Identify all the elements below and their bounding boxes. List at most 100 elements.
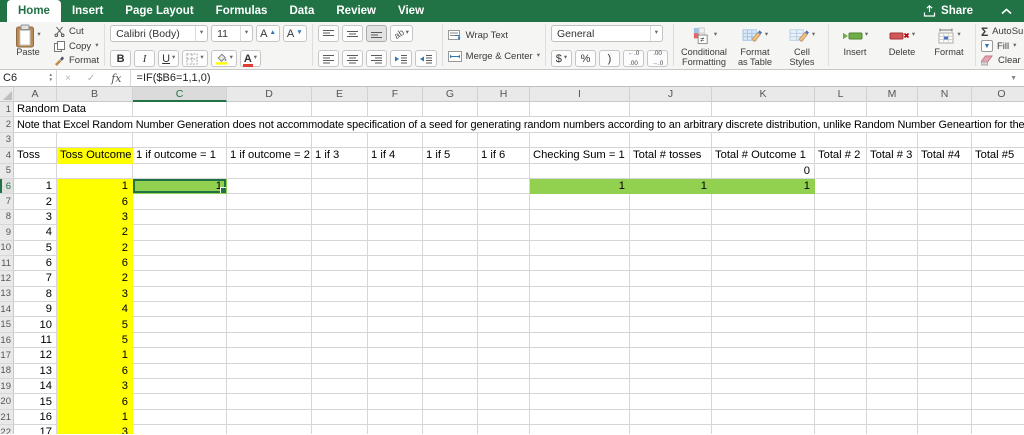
- cell-E13[interactable]: [312, 286, 368, 303]
- cell-N13[interactable]: [918, 286, 972, 303]
- cell-K8[interactable]: [712, 209, 815, 226]
- cell-G9[interactable]: [423, 225, 478, 241]
- row-header-15[interactable]: 15: [0, 317, 14, 333]
- cell-M9[interactable]: [867, 225, 918, 241]
- cell-M15[interactable]: [867, 317, 918, 333]
- cell-L4[interactable]: Total # 2: [815, 148, 867, 164]
- tab-view[interactable]: View: [387, 0, 435, 22]
- cell-C17[interactable]: [133, 348, 227, 364]
- cell-J6[interactable]: 1: [630, 178, 712, 195]
- cell-D18[interactable]: [227, 363, 312, 380]
- cell-D10[interactable]: [227, 240, 312, 256]
- format-as-table-button[interactable]: ▾ Format as Table: [734, 25, 776, 67]
- cell-I16[interactable]: [530, 332, 630, 349]
- cell-E12[interactable]: [312, 271, 368, 287]
- cell-K16[interactable]: [712, 332, 815, 349]
- orientation-button[interactable]: ab ▾: [389, 25, 413, 42]
- cell-B21[interactable]: 1: [57, 409, 133, 426]
- row-header-11[interactable]: 11: [0, 255, 14, 272]
- cell-K14[interactable]: [712, 302, 815, 318]
- row-header-1[interactable]: 1: [0, 102, 14, 118]
- cell-J9[interactable]: [630, 225, 712, 241]
- cell-K19[interactable]: [712, 379, 815, 395]
- cell-D20[interactable]: [227, 394, 312, 410]
- bold-button[interactable]: B: [110, 50, 132, 67]
- row-header-10[interactable]: 10: [0, 240, 14, 256]
- cell-H9[interactable]: [478, 225, 530, 241]
- cell-A16[interactable]: 11: [14, 332, 57, 349]
- column-header-M[interactable]: M: [867, 87, 918, 102]
- cell-F3[interactable]: [368, 132, 423, 149]
- cell-K3[interactable]: [712, 132, 815, 149]
- cell-E6[interactable]: [312, 178, 368, 195]
- cell-O4[interactable]: Total #5: [972, 148, 1024, 164]
- cell-H14[interactable]: [478, 302, 530, 318]
- cell-B22[interactable]: 3: [57, 425, 133, 434]
- cell-N14[interactable]: [918, 302, 972, 318]
- cell-I1[interactable]: [530, 102, 630, 118]
- cell-M20[interactable]: [867, 394, 918, 410]
- fill-button[interactable]: ▼ Fill ▾: [980, 40, 1024, 53]
- cell-O16[interactable]: [972, 333, 1024, 349]
- cell-J7[interactable]: [630, 194, 712, 210]
- cell-K12[interactable]: [712, 271, 815, 287]
- cell-L5[interactable]: [815, 163, 867, 179]
- cell-F10[interactable]: [368, 240, 423, 256]
- cell-D1[interactable]: [227, 102, 312, 118]
- align-left-button[interactable]: [317, 50, 339, 67]
- share-button[interactable]: Share: [923, 5, 973, 17]
- cell-I8[interactable]: [530, 209, 630, 226]
- cell-F8[interactable]: [368, 209, 423, 226]
- cell-A7[interactable]: 2: [14, 194, 57, 210]
- cell-A8[interactable]: 3: [14, 209, 57, 226]
- cell-H20[interactable]: [478, 394, 530, 410]
- cell-B12[interactable]: 2: [57, 271, 133, 287]
- cell-B4[interactable]: Toss Outcome: [57, 148, 133, 164]
- borders-button[interactable]: ▾: [182, 50, 208, 67]
- cell-D6[interactable]: [227, 178, 312, 195]
- cell-B15[interactable]: 5: [57, 317, 133, 333]
- cell-K7[interactable]: [712, 194, 815, 210]
- align-bottom-button[interactable]: [365, 25, 387, 42]
- cell-L22[interactable]: [815, 425, 867, 434]
- cell-A21[interactable]: 16: [14, 409, 57, 426]
- row-header-13[interactable]: 13: [0, 286, 14, 303]
- cell-C22[interactable]: [133, 425, 227, 434]
- cell-F4[interactable]: 1 if 4: [368, 148, 423, 164]
- cell-L17[interactable]: [815, 348, 867, 364]
- cell-J18[interactable]: [630, 363, 712, 380]
- cell-N7[interactable]: [918, 194, 972, 210]
- cell-O6[interactable]: [972, 179, 1024, 195]
- cell-C1[interactable]: [133, 102, 227, 118]
- cell-A17[interactable]: 12: [14, 348, 57, 364]
- cell-I14[interactable]: [530, 302, 630, 318]
- cell-H21[interactable]: [478, 409, 530, 426]
- cell-D16[interactable]: [227, 332, 312, 349]
- cell-M7[interactable]: [867, 194, 918, 210]
- cell-O11[interactable]: [972, 256, 1024, 272]
- cell-I3[interactable]: [530, 132, 630, 149]
- italic-button[interactable]: I: [134, 50, 156, 67]
- cell-G17[interactable]: [423, 348, 478, 364]
- tab-data[interactable]: Data: [278, 0, 325, 22]
- cell-C14[interactable]: [133, 302, 227, 318]
- row-header-2[interactable]: 2: [0, 117, 14, 133]
- cell-I9[interactable]: [530, 225, 630, 241]
- cell-N11[interactable]: [918, 255, 972, 272]
- cell-L10[interactable]: [815, 240, 867, 256]
- cell-L11[interactable]: [815, 255, 867, 272]
- cell-O17[interactable]: [972, 348, 1024, 364]
- cell-B8[interactable]: 3: [57, 209, 133, 226]
- cell-H17[interactable]: [478, 348, 530, 364]
- cell-F18[interactable]: [368, 363, 423, 380]
- cell-B14[interactable]: 4: [57, 302, 133, 318]
- cell-H18[interactable]: [478, 363, 530, 380]
- insert-cells-button[interactable]: ▾ Insert: [834, 25, 876, 57]
- cell-G11[interactable]: [423, 255, 478, 272]
- tab-formulas[interactable]: Formulas: [205, 0, 279, 22]
- cell-O12[interactable]: [972, 271, 1024, 287]
- cell-K10[interactable]: [712, 240, 815, 256]
- cell-E20[interactable]: [312, 394, 368, 410]
- tab-home[interactable]: Home: [7, 0, 61, 22]
- cell-A9[interactable]: 4: [14, 225, 57, 241]
